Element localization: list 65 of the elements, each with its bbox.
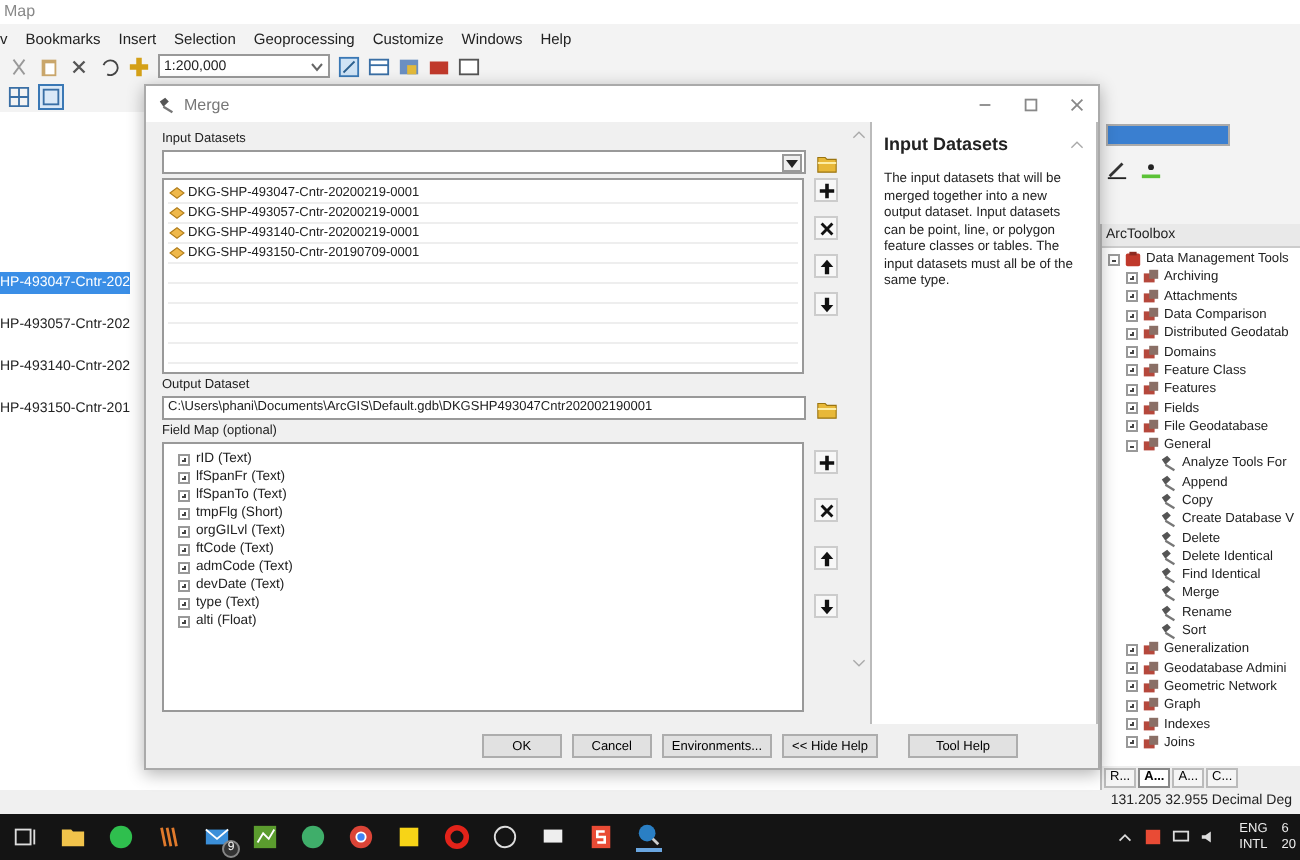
collapse-icon[interactable] [1126, 439, 1138, 452]
select-icon[interactable] [38, 83, 64, 109]
globe-search-icon[interactable] [636, 822, 662, 852]
expand-icon[interactable] [1126, 402, 1138, 415]
hammer-icon [1160, 529, 1178, 548]
table-icon[interactable] [368, 55, 390, 77]
help-title: Input Datasets [884, 134, 1009, 154]
expand-icon[interactable] [1126, 662, 1138, 675]
expand-icon[interactable] [1126, 290, 1138, 303]
move-up-button[interactable] [814, 546, 838, 570]
window-title: Map [4, 2, 36, 20]
window-icon[interactable] [458, 55, 480, 77]
delete-icon[interactable] [68, 55, 90, 77]
expand-icon[interactable] [1126, 736, 1138, 749]
mail-icon[interactable] [204, 824, 230, 850]
close-icon[interactable] [1068, 95, 1086, 113]
network-icon[interactable] [1171, 828, 1190, 846]
hammer-icon [1160, 547, 1178, 566]
hammer-icon [1160, 584, 1178, 603]
add-button[interactable] [814, 450, 838, 474]
expand-icon[interactable] [1126, 327, 1138, 340]
pen-icon[interactable] [1106, 158, 1128, 180]
hammer-icon [1160, 510, 1178, 529]
note-icon[interactable] [396, 824, 422, 850]
hammer-icon [1160, 492, 1178, 510]
folder-icon[interactable] [60, 824, 86, 850]
text-field[interactable] [1106, 124, 1230, 146]
add-button[interactable] [814, 178, 838, 202]
expand-icon[interactable] [1126, 271, 1138, 284]
chart-icon[interactable] [252, 824, 278, 850]
collapse-icon[interactable] [1108, 253, 1120, 266]
hammer-icon [158, 95, 176, 113]
caret-icon[interactable] [786, 159, 798, 167]
undo-icon[interactable] [98, 55, 120, 77]
hammer-icon [1160, 473, 1178, 492]
expand-icon[interactable] [1126, 364, 1138, 377]
grid-icon[interactable] [8, 85, 30, 107]
remove-button[interactable] [814, 498, 838, 522]
move-down-button[interactable] [814, 594, 838, 618]
expand-icon[interactable] [1126, 718, 1138, 731]
maximize-icon[interactable] [1022, 95, 1040, 113]
browser-icon[interactable] [348, 824, 374, 850]
expand-icon[interactable] [1126, 699, 1138, 712]
editor-icon[interactable] [338, 55, 360, 77]
caret-icon[interactable] [1115, 828, 1134, 846]
cut-icon[interactable] [8, 55, 30, 77]
expand-icon[interactable] [1126, 643, 1138, 656]
expand-icon[interactable] [1126, 420, 1138, 433]
stripes-icon[interactable] [156, 824, 182, 850]
move-up-button[interactable] [814, 254, 838, 278]
hammer-icon [1160, 566, 1178, 585]
task-view-icon[interactable] [12, 824, 38, 850]
expand-icon[interactable] [1126, 383, 1138, 396]
point-icon[interactable] [1140, 158, 1162, 180]
input-dropdown[interactable] [162, 150, 806, 174]
hammer-icon [1160, 603, 1178, 622]
hammer-icon [1160, 454, 1178, 473]
expand-icon[interactable] [1126, 346, 1138, 359]
remove-button[interactable] [814, 216, 838, 240]
move-down-button[interactable] [814, 292, 838, 316]
expand-icon[interactable] [1126, 680, 1138, 693]
ring-icon[interactable] [444, 824, 470, 850]
hammer-icon [1160, 622, 1178, 641]
expand-icon[interactable] [1126, 309, 1138, 322]
dialog-title: Merge [184, 95, 230, 113]
